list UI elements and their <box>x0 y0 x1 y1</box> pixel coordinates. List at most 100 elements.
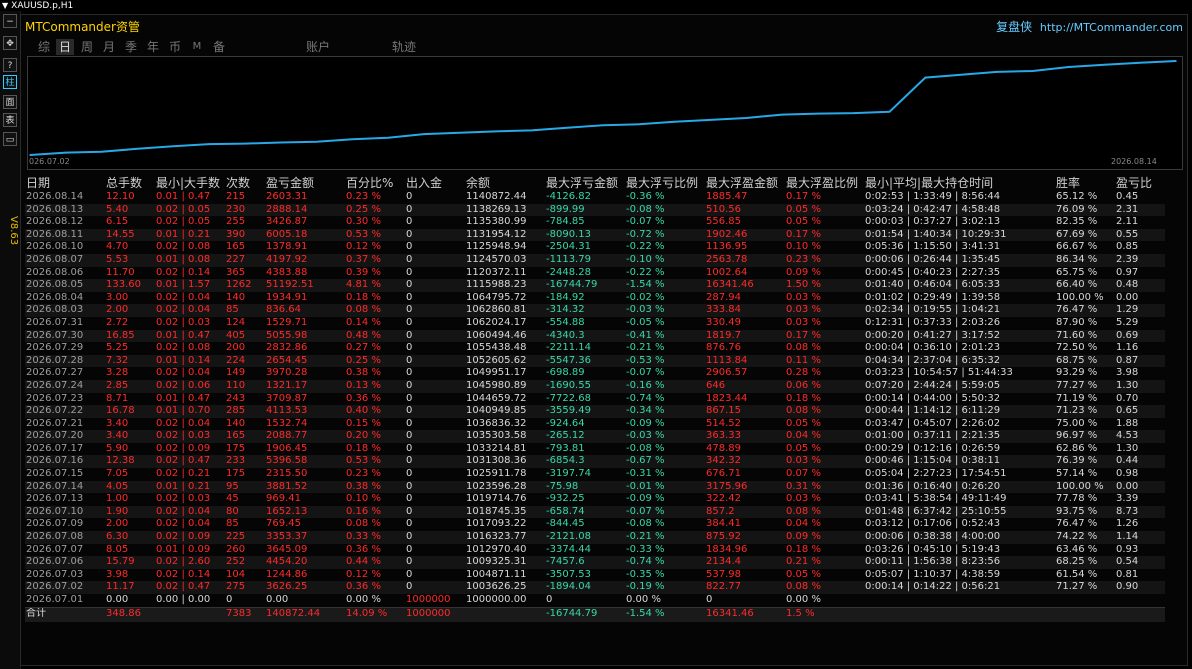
cell-max-float-loss-pct: -0.07 % <box>626 367 665 379</box>
table-row[interactable]: 2026.07.28 7.32 0.01 | 0.14 224 2654.45 0.25 … <box>25 354 1165 368</box>
window-view-button[interactable]: ▭ <box>3 132 17 146</box>
table-row[interactable]: 2026.07.21 3.40 0.02 | 0.04 140 1532.74 0.15 … <box>25 418 1165 431</box>
table-row[interactable]: 2026.07.06 15.79 0.02 | 2.60 252 4454.20 0.44… <box>25 556 1165 569</box>
replay-link[interactable]: 复盘侠 <box>996 20 1032 34</box>
cell-pl-ratio: 0.97 <box>1116 266 1139 278</box>
cell-pnl: 3709.87 <box>266 392 308 404</box>
table-row[interactable]: 2026.07.31 2.72 0.02 | 0.03 124 1529.71 0.14 … <box>25 317 1165 330</box>
tab-overview[interactable]: 综 <box>35 39 53 55</box>
cell-win-rate: 61.54 % <box>1056 568 1098 580</box>
table-row[interactable]: 2026.07.03 3.98 0.02 | 0.14 104 1244.86 0.12 … <box>25 569 1165 582</box>
table-row[interactable]: 2026.08.10 4.70 0.02 | 0.08 165 1378.91 0.12 … <box>25 241 1165 254</box>
cell-count: 85 <box>225 304 265 317</box>
table-row[interactable]: 2026.08.04 3.00 0.02 | 0.04 140 1934.91 0.18 … <box>25 292 1165 305</box>
table-row[interactable]: 2026.07.27 3.28 0.02 | 0.04 149 3970.28 0.38 … <box>25 367 1165 380</box>
panel-view-button[interactable]: 面 <box>3 95 17 109</box>
table-row[interactable]: 2026.08.07 5.53 0.01 | 0.08 227 4197.92 0.37 … <box>25 253 1165 267</box>
cell-max-float-profit: 1823.44 <box>706 392 748 404</box>
cell-max-float-loss-pct: -0.41 % <box>625 329 705 343</box>
bar-view-button[interactable]: 柱 <box>3 75 17 89</box>
col-max-float-loss[interactable]: 最大浮亏金额 <box>545 174 625 191</box>
table-row[interactable]: 2026.07.01 0.00 0.00 | 0.00 0 0.00 0.00 % 1000… <box>25 594 1165 607</box>
table-row[interactable]: 2026.08.03 2.00 0.02 | 0.04 85 836.64 0.08 % 0… <box>25 304 1165 317</box>
tab-year[interactable]: 年 <box>144 39 162 55</box>
cell-max-float-loss-pct: -0.36 % <box>626 191 665 202</box>
table-row[interactable]: 2026.07.20 3.40 0.02 | 0.03 165 2088.77 0.20 … <box>25 430 1165 443</box>
cell-count: 390 <box>225 228 265 242</box>
col-max-float-profit[interactable]: 最大浮盈金额 <box>705 174 785 191</box>
table-row[interactable]: 2026.07.02 11.17 0.02 | 0.47 275 3626.25 0.36… <box>25 581 1165 594</box>
cell-deposit: 0 <box>406 216 413 228</box>
table-row[interactable]: 2026.08.12 6.15 0.02 | 0.05 255 3426.87 0.30 … <box>25 216 1165 229</box>
tab-trajectory[interactable]: 轨迹 <box>387 39 421 55</box>
cell-min-max-lots: 0.02 | 0.03 <box>156 316 211 328</box>
table-row[interactable]: 2026.07.22 16.78 0.01 | 0.70 285 4113.53 0.40… <box>25 405 1165 418</box>
table-row[interactable]: 2026.07.13 1.00 0.02 | 0.03 45 969.41 0.10 % 0… <box>25 493 1165 506</box>
total-max-float-loss: -16744.79 <box>545 606 625 622</box>
table-row[interactable]: 2026.07.07 8.05 0.01 | 0.09 260 3645.09 0.36 … <box>25 544 1165 557</box>
table-row[interactable]: 2026.07.16 12.38 0.02 | 0.47 233 5396.58 0.53… <box>25 455 1165 469</box>
table-row[interactable]: 2026.08.05 133.60 0.01 | 1.57 1262 51192.51 4… <box>25 279 1165 292</box>
tab-currency[interactable]: 币 <box>166 39 184 55</box>
col-date[interactable]: 日期 <box>25 174 105 191</box>
col-pnl[interactable]: 盈亏金额 <box>265 174 345 191</box>
col-max-float-loss-pct[interactable]: 最大浮亏比例 <box>625 174 705 191</box>
col-count[interactable]: 次数 <box>225 174 265 191</box>
tab-backup[interactable]: 备 <box>210 39 228 55</box>
col-balance[interactable]: 余额 <box>465 174 545 191</box>
tab-month[interactable]: 月 <box>100 39 118 55</box>
cell-hold-time: 0:07:20 | 2:44:24 | 5:59:05 <box>864 379 1055 393</box>
cell-max-float-profit: 1002.64 <box>706 266 748 278</box>
move-button[interactable]: ✥ <box>3 36 17 50</box>
table-row[interactable]: 2026.07.15 7.05 0.02 | 0.21 175 2315.50 0.23 … <box>25 468 1165 481</box>
col-deposit[interactable]: 出入金 <box>405 174 465 191</box>
col-total-lots[interactable]: 总手数 <box>105 174 155 191</box>
col-hold-time[interactable]: 最小|平均|最大持仓时间 <box>864 174 1055 191</box>
tab-day[interactable]: 日 <box>56 39 74 55</box>
table-row[interactable]: 2026.08.11 14.55 0.01 | 0.21 390 6005.18 0.53… <box>25 228 1165 242</box>
tab-week[interactable]: 周 <box>78 39 96 55</box>
tab-m[interactable]: M <box>188 39 206 55</box>
table-view-button[interactable]: 表 <box>3 113 17 127</box>
cell-date: 2026.07.27 <box>26 367 84 379</box>
cell-hold-time: 0:03:23 | 10:54:57 | 51:44:33 <box>865 367 1013 379</box>
col-pl-ratio[interactable]: 盈亏比 <box>1115 174 1165 191</box>
col-max-float-profit-pct[interactable]: 最大浮盈比例 <box>785 174 864 191</box>
table-row[interactable]: 2026.07.30 16.85 0.01 | 0.47 405 5055.98 0.48… <box>25 329 1165 343</box>
cell-date: 2026.07.21 <box>26 417 84 429</box>
col-min-max-lots[interactable]: 最小|大手数 <box>155 174 225 191</box>
col-win-rate[interactable]: 胜率 <box>1055 174 1115 191</box>
table-row[interactable]: 2026.07.08 6.30 0.02 | 0.09 225 3353.37 0.33 … <box>25 531 1165 544</box>
table-row[interactable]: 2026.07.17 5.90 0.02 | 0.09 175 1906.45 0.18 … <box>25 443 1165 456</box>
cell-max-float-profit: 342.32 <box>705 455 785 469</box>
website-link[interactable]: http://MTCommander.com <box>1040 21 1183 34</box>
cell-total-lots: 3.40 <box>106 417 129 429</box>
col-percent[interactable]: 百分比% <box>345 174 405 191</box>
table-row[interactable]: 2026.07.24 2.85 0.02 | 0.06 110 1321.17 0.13 … <box>25 379 1165 393</box>
table-row[interactable]: 2026.08.13 5.40 0.02 | 0.05 230 2888.14 0.25 … <box>25 203 1165 217</box>
table-row[interactable]: 2026.07.29 5.25 0.02 | 0.08 200 2832.86 0.27 … <box>25 342 1165 355</box>
table-row[interactable]: 2026.07.23 8.71 0.01 | 0.47 243 3709.87 0.36 … <box>25 393 1165 406</box>
table-row[interactable]: 2026.07.09 2.00 0.02 | 0.04 85 769.45 0.08 % 0… <box>25 518 1165 531</box>
cell-max-float-profit-pct: 0.09 % <box>785 531 864 544</box>
minimize-button[interactable]: − <box>3 14 17 28</box>
cell-pl-ratio: 0.44 <box>1115 455 1165 469</box>
cell-balance: 1023596.28 <box>465 480 545 494</box>
tab-account[interactable]: 账户 <box>301 39 335 55</box>
cell-max-float-profit: 1819.7 <box>705 329 785 343</box>
cell-total-lots: 8.71 <box>106 392 129 404</box>
cell-total-lots: 5.53 <box>105 253 155 267</box>
table-row[interactable]: 2026.08.14 12.10 0.01 | 0.47 215 2603.31 0.23… <box>25 191 1165 204</box>
table-row[interactable]: 2026.07.14 4.05 0.01 | 0.21 95 3881.52 0.38 %… <box>25 480 1165 494</box>
tab-quarter[interactable]: 季 <box>122 39 140 55</box>
cell-max-float-loss: -314.32 <box>545 304 625 317</box>
table-row[interactable]: 2026.08.06 11.70 0.02 | 0.14 365 4383.88 0.39… <box>25 267 1165 280</box>
cell-date: 2026.07.10 <box>25 505 105 519</box>
dropdown-arrow-icon[interactable]: ▼ <box>2 0 8 11</box>
cell-max-float-loss-pct: -0.74 % <box>626 392 665 404</box>
cell-pl-ratio: 2.39 <box>1115 253 1165 267</box>
cell-date: 2026.07.30 <box>25 329 105 343</box>
help-button[interactable]: ? <box>3 58 17 72</box>
cell-hold-time: 0:05:04 | 2:27:23 | 17:54:51 <box>865 468 1007 480</box>
table-row[interactable]: 2026.07.10 1.90 0.02 | 0.04 80 1652.13 0.16 %… <box>25 505 1165 519</box>
